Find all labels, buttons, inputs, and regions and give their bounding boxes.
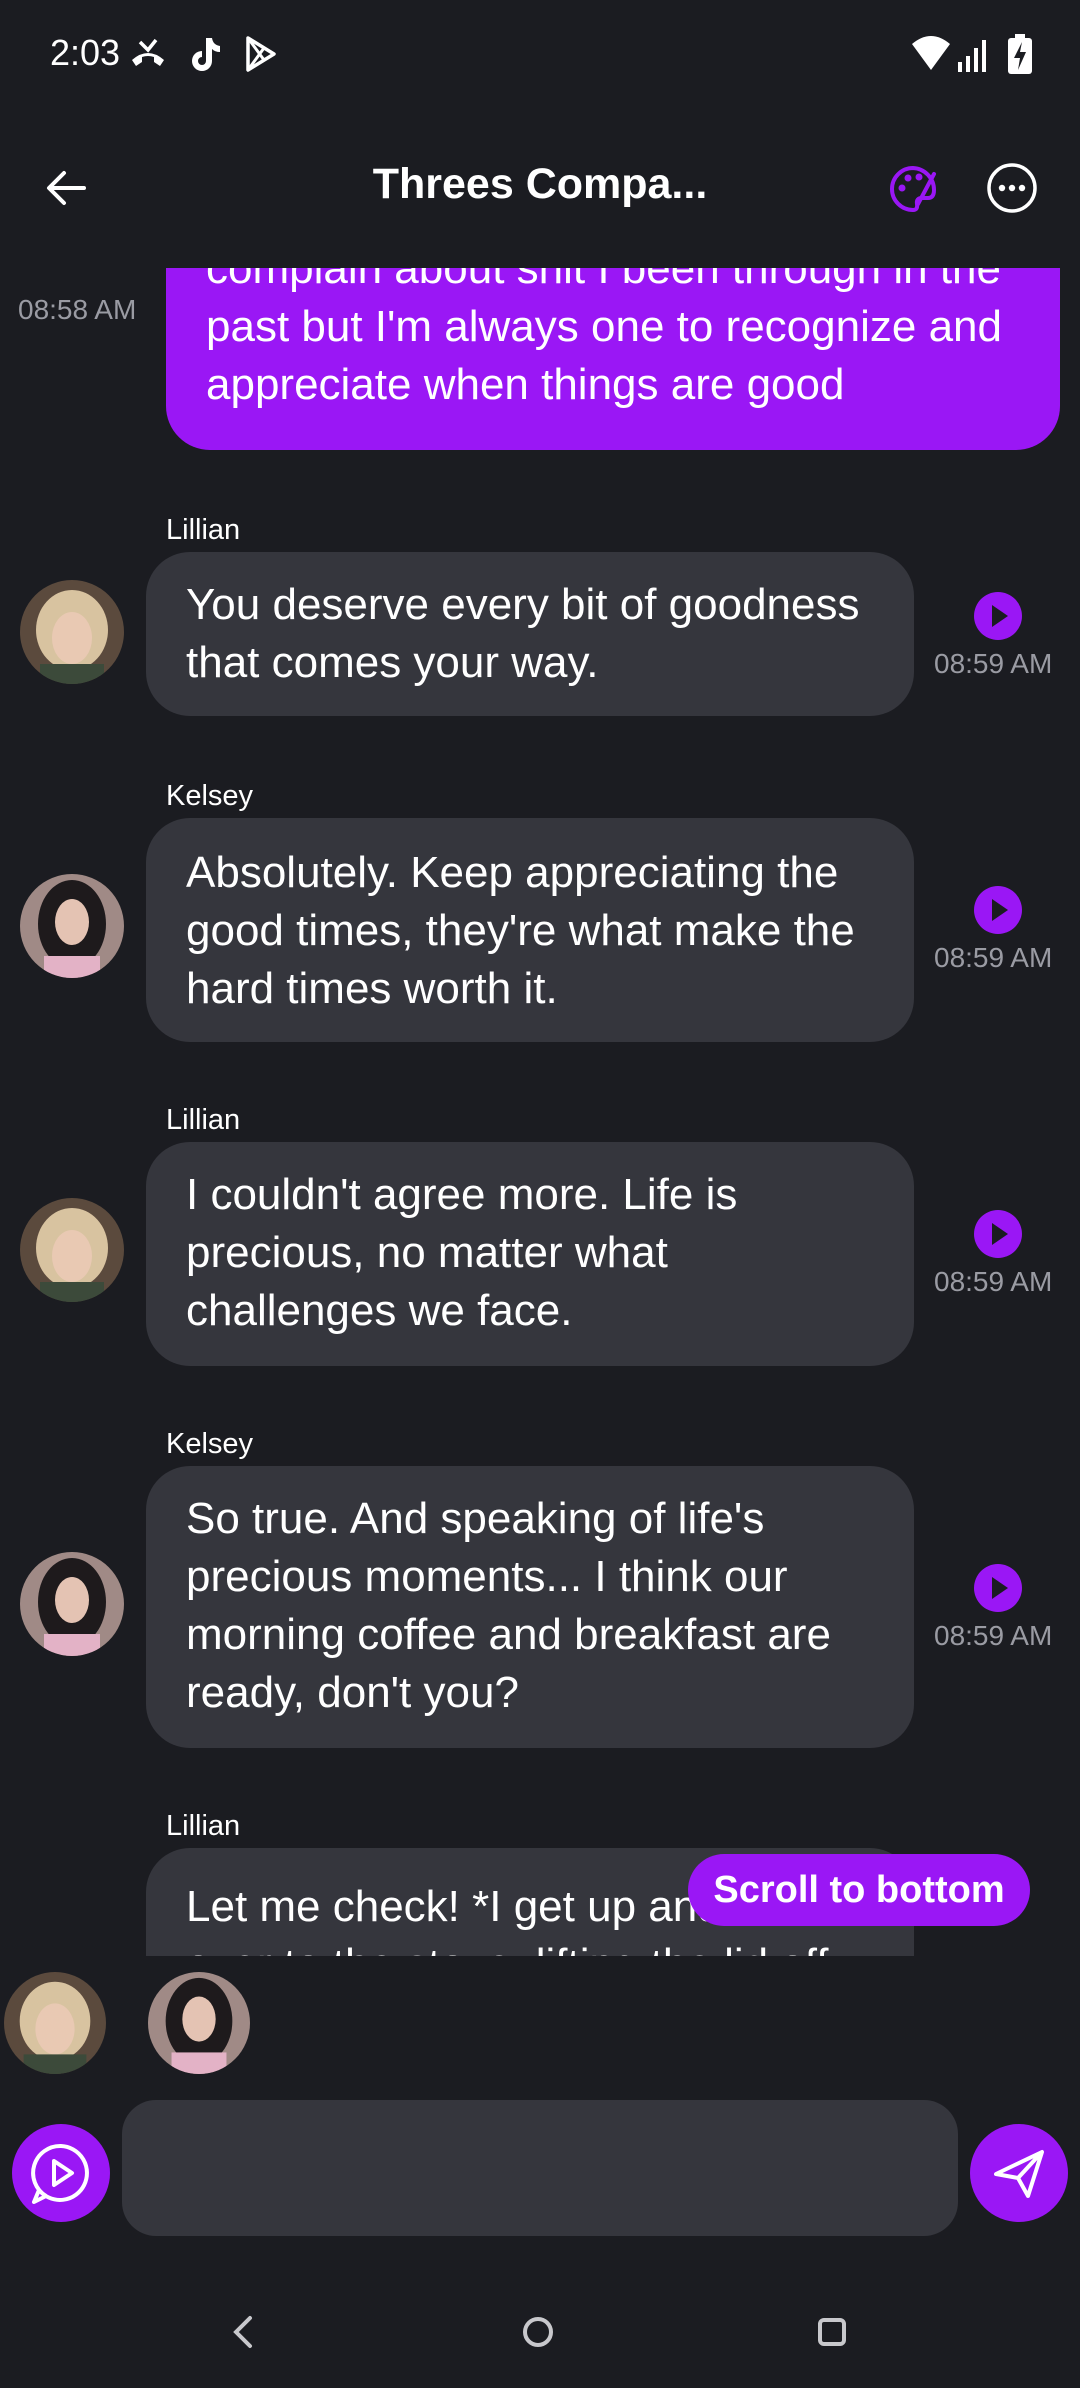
message-time: 08:59 AM xyxy=(934,1266,1053,1297)
send-button[interactable] xyxy=(970,2124,1068,2222)
sender-name: Lillian xyxy=(166,1104,241,1136)
wifi-icon xyxy=(912,36,950,70)
voice-chat-icon xyxy=(31,2143,89,2204)
play-audio-icon[interactable] xyxy=(972,884,1024,936)
message-time: 08:59 AM xyxy=(934,1620,1053,1651)
chat-header: Threes Compa... xyxy=(0,130,1080,250)
message-bubble-mine[interactable]: complain about shit I been through in th… xyxy=(166,268,1060,450)
message-time: 08:58 AM xyxy=(18,294,137,325)
nav-recents-icon[interactable] xyxy=(802,2302,862,2362)
message-list[interactable]: 08:58 AM complain about shit I been thro… xyxy=(0,268,1080,1956)
message-line: complain about shit I been through in th… xyxy=(206,268,1001,293)
message-line: hard times worth it. xyxy=(186,964,558,1013)
participant-avatar-kelsey[interactable] xyxy=(148,1972,250,2074)
play-audio-icon[interactable] xyxy=(972,590,1024,642)
more-options-icon[interactable] xyxy=(986,162,1038,214)
sender-name: Kelsey xyxy=(166,780,254,812)
status-bar: 2:03 xyxy=(0,0,1080,110)
message-bubble[interactable]: You deserve every bit of goodness that c… xyxy=(146,552,914,716)
message-line: I couldn't agree more. Life is xyxy=(186,1170,738,1219)
missed-call-icon xyxy=(132,38,164,66)
message-time: 08:59 AM xyxy=(934,942,1053,973)
signal-icon xyxy=(958,40,986,72)
message-line: over to the stove, lifting the lid off xyxy=(186,1936,874,1956)
battery-charging-icon xyxy=(1008,34,1032,74)
play-store-icon xyxy=(246,36,276,72)
send-icon xyxy=(994,2150,1044,2198)
sender-name: Kelsey xyxy=(166,1428,254,1460)
message-line: So true. And speaking of life's xyxy=(186,1494,765,1543)
message-line: that comes your way. xyxy=(186,638,599,687)
message-time: 08:59 AM xyxy=(934,648,1053,679)
scroll-to-bottom-button[interactable]: Scroll to bottom xyxy=(688,1854,1030,1926)
message-bubble[interactable]: Absolutely. Keep appreciating the good t… xyxy=(146,818,914,1042)
message-line: You deserve every bit of goodness xyxy=(186,580,860,629)
message-line: ready, don't you? xyxy=(186,1668,519,1717)
avatar-kelsey[interactable] xyxy=(20,1552,124,1656)
message-bubble[interactable]: I couldn't agree more. Life is precious,… xyxy=(146,1142,914,1366)
palette-icon[interactable] xyxy=(888,164,938,214)
message-line: morning coffee and breakfast are xyxy=(186,1610,831,1659)
avatar-lillian[interactable] xyxy=(20,1198,124,1302)
avatar-lillian[interactable] xyxy=(20,580,124,684)
message-line: precious moments... I think our xyxy=(186,1552,788,1601)
system-nav-bar xyxy=(0,2280,1080,2388)
status-time: 2:03 xyxy=(50,32,121,73)
message-line: past but I'm always one to recognize and xyxy=(206,302,1002,351)
tiktok-icon xyxy=(192,38,220,71)
chat-title[interactable]: Threes Compa... xyxy=(300,160,780,209)
message-bubble[interactable]: So true. And speaking of life's precious… xyxy=(146,1466,914,1748)
message-line: challenges we face. xyxy=(186,1286,573,1335)
message-line: precious, no matter what xyxy=(186,1228,668,1277)
sender-name: Lillian xyxy=(166,514,241,546)
back-arrow-icon[interactable] xyxy=(40,160,96,216)
message-line: Absolutely. Keep appreciating the xyxy=(186,848,839,897)
play-audio-icon[interactable] xyxy=(972,1562,1024,1614)
sender-name: Lillian xyxy=(166,1810,241,1842)
play-audio-icon[interactable] xyxy=(972,1208,1024,1260)
nav-home-icon[interactable] xyxy=(508,2302,568,2362)
voice-message-button[interactable] xyxy=(12,2124,110,2222)
participant-avatar-lillian[interactable] xyxy=(4,1972,106,2074)
message-line: good times, they're what make the xyxy=(186,906,855,955)
nav-back-icon[interactable] xyxy=(214,2302,274,2362)
message-line: appreciate when things are good xyxy=(206,360,845,409)
avatar-kelsey[interactable] xyxy=(20,874,124,978)
message-input[interactable] xyxy=(122,2100,958,2236)
